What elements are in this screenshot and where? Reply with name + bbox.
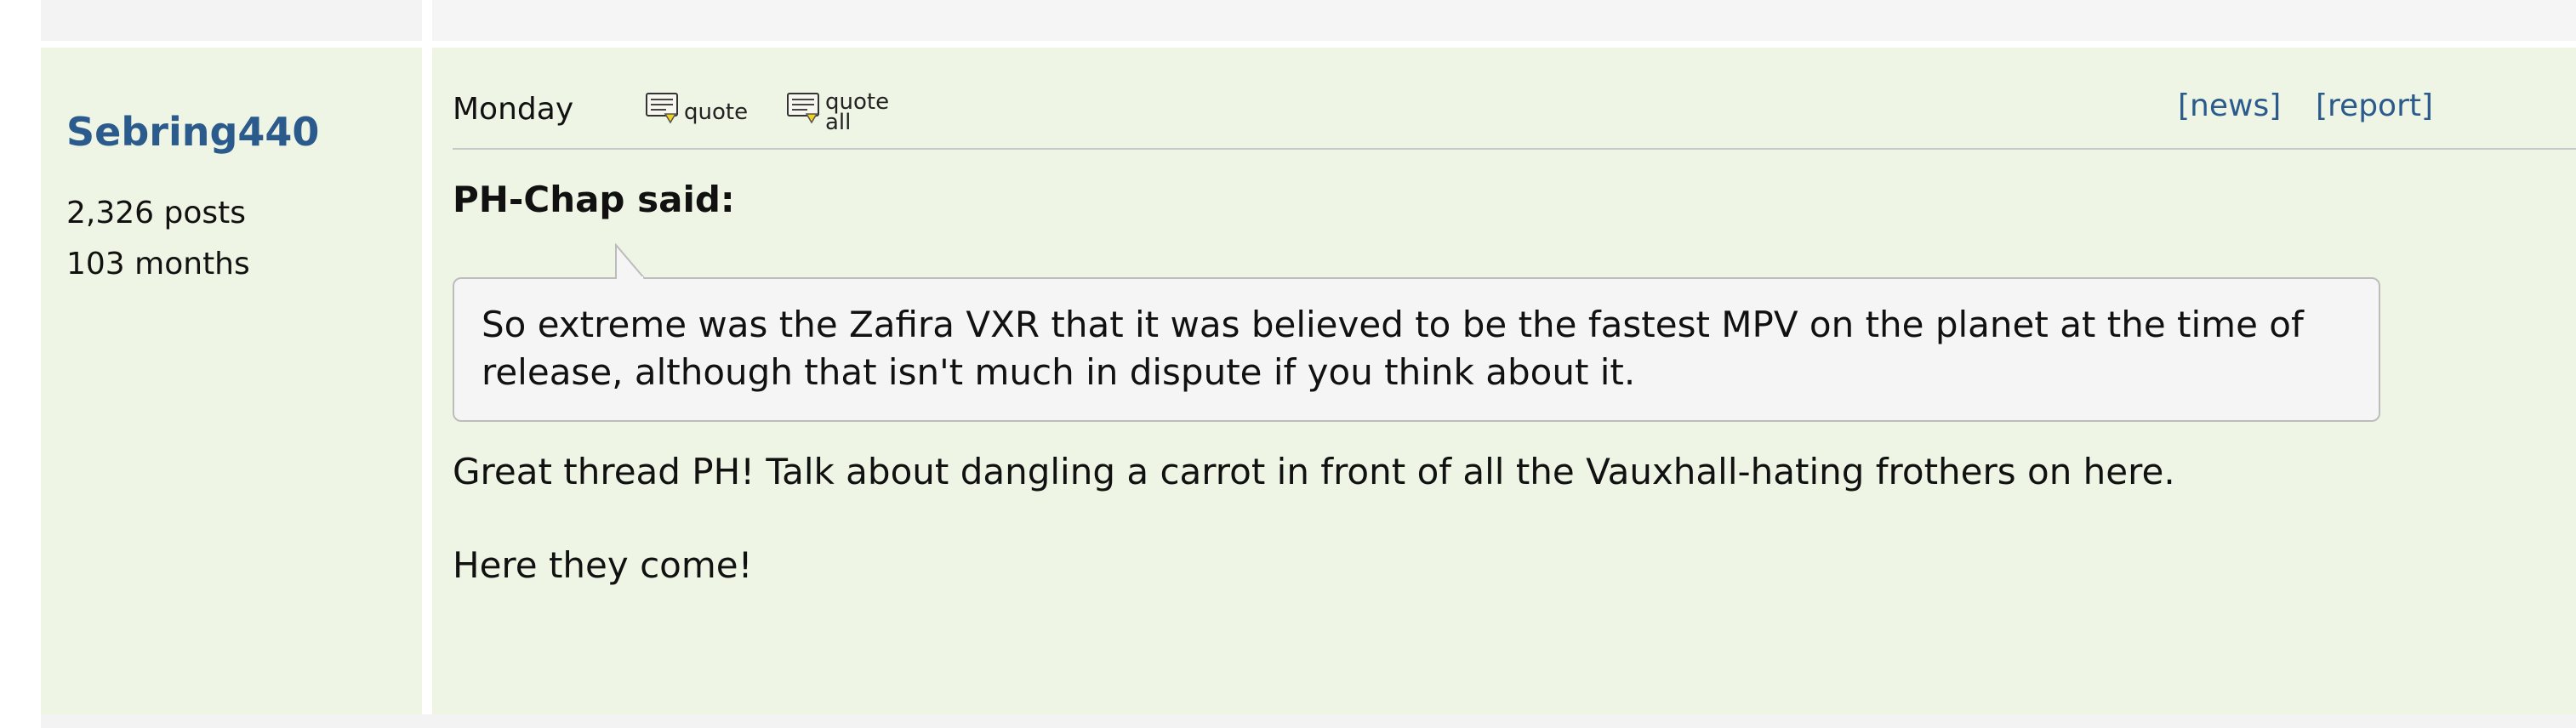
quote-all-label-line2: all [825,110,852,135]
post-date: Monday [453,92,574,127]
news-link[interactable]: [news] [2178,88,2281,123]
post-body-paragraph: Here they come! [453,544,753,586]
quote-attribution: PH-Chap said: [453,179,735,220]
quote-button[interactable]: quote [645,87,755,134]
quoted-text: So extreme was the Zafira VXR that it wa… [482,304,2304,393]
author-username-link[interactable]: Sebring440 [66,109,319,155]
quote-box: So extreme was the Zafira VXR that it wa… [453,277,2380,422]
quote-pointer [615,243,646,279]
previous-post-row [41,0,2576,41]
previous-post-sidebar [41,0,422,41]
post-body-paragraph: Great thread PH! Talk about dangling a c… [453,451,2175,492]
report-link[interactable]: [report] [2316,88,2433,123]
column-divider [422,48,432,714]
quote-all-icon [787,93,819,124]
quote-all-button[interactable]: quote all [786,87,897,134]
post-header-divider [453,148,2576,150]
quote-button-label: quote [684,100,749,125]
next-post-row [41,714,2576,728]
quote-icon [646,93,678,124]
author-membership-months: 103 months [66,247,250,282]
author-post-count: 2,326 posts [66,196,247,230]
forum-post: Sebring440 2,326 posts 103 months Monday… [41,48,2576,714]
quote-all-button-label: quote all [825,91,889,135]
column-divider [422,0,432,41]
